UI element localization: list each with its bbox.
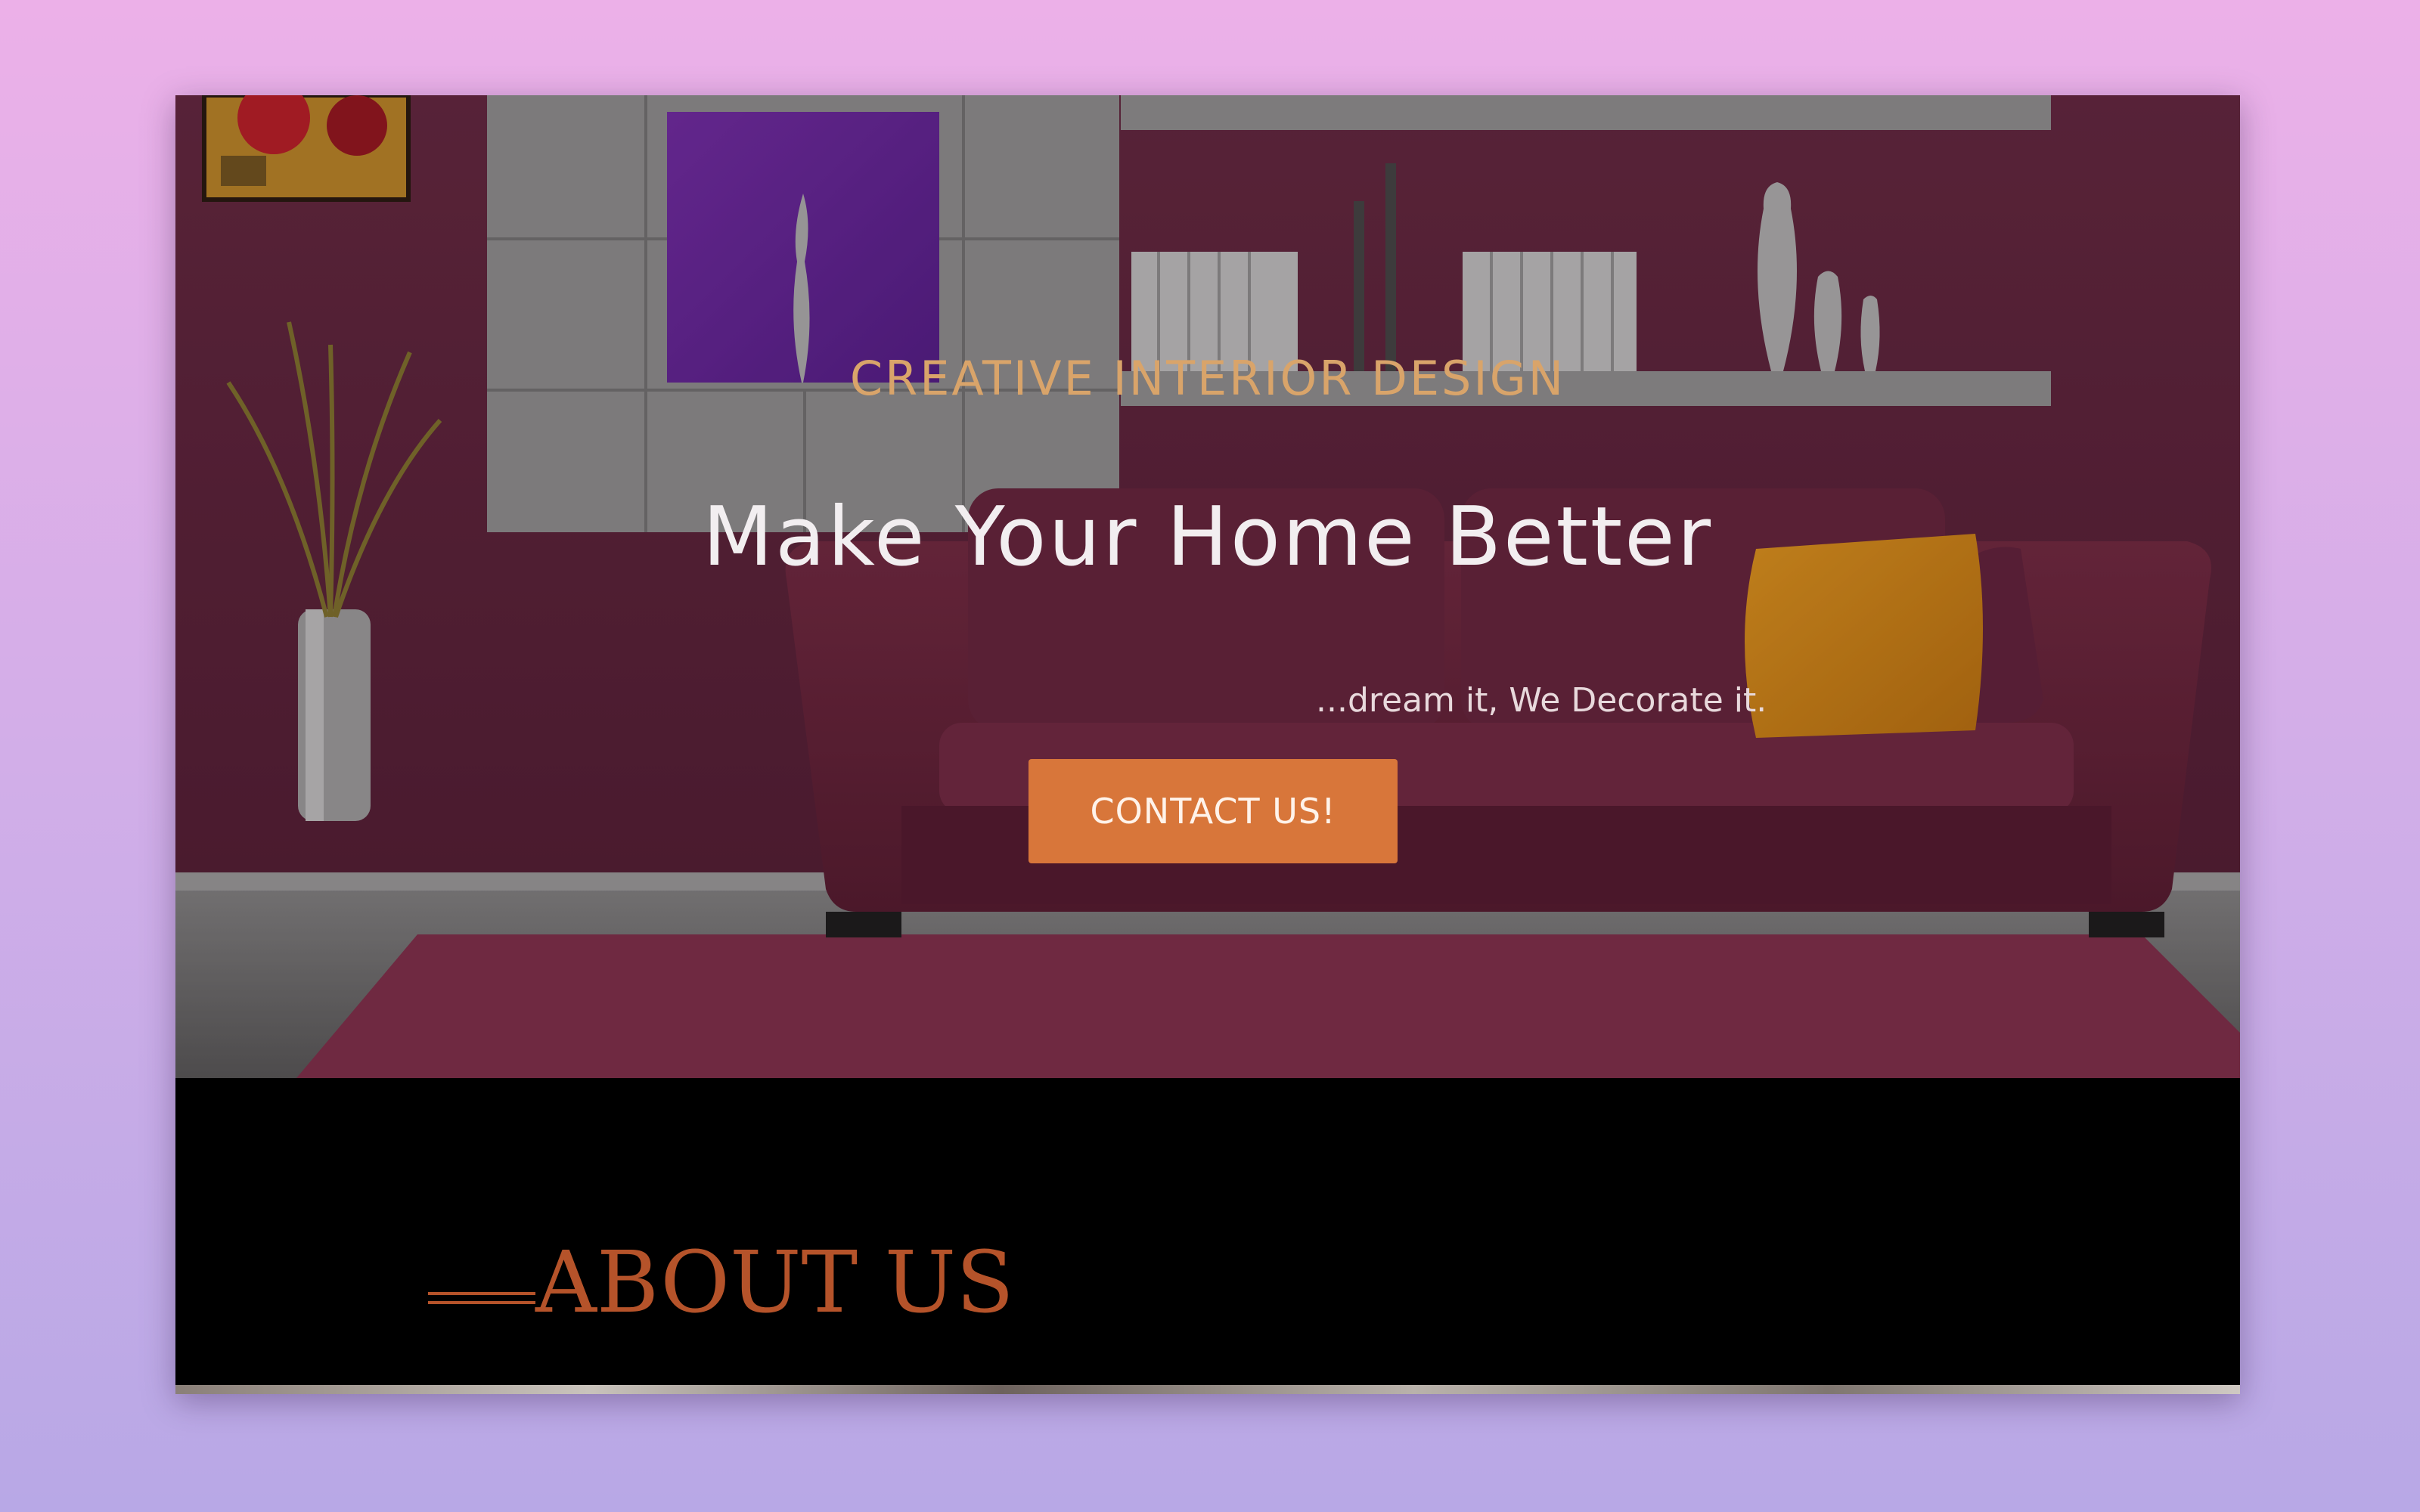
hero-headline: Make Your Home Better — [702, 490, 1714, 584]
hero-tagline: ...dream it, We Decorate it. — [1316, 681, 1767, 720]
about-section: ABOUT US — [175, 1078, 2240, 1394]
website-window: CREATIVE INTERIOR DESIGN Make Your Home … — [175, 95, 2240, 1394]
hero-dark-overlay — [175, 95, 2240, 1078]
hero-section: CREATIVE INTERIOR DESIGN Make Your Home … — [175, 95, 2240, 1078]
hero-kicker-text: CREATIVE INTERIOR DESIGN — [849, 351, 1566, 406]
next-section-image-strip — [175, 1385, 2240, 1394]
double-line-divider-icon — [428, 1292, 535, 1304]
contact-us-button[interactable]: CONTACT US! — [1028, 759, 1398, 863]
about-heading: ABOUT US — [535, 1234, 1014, 1332]
